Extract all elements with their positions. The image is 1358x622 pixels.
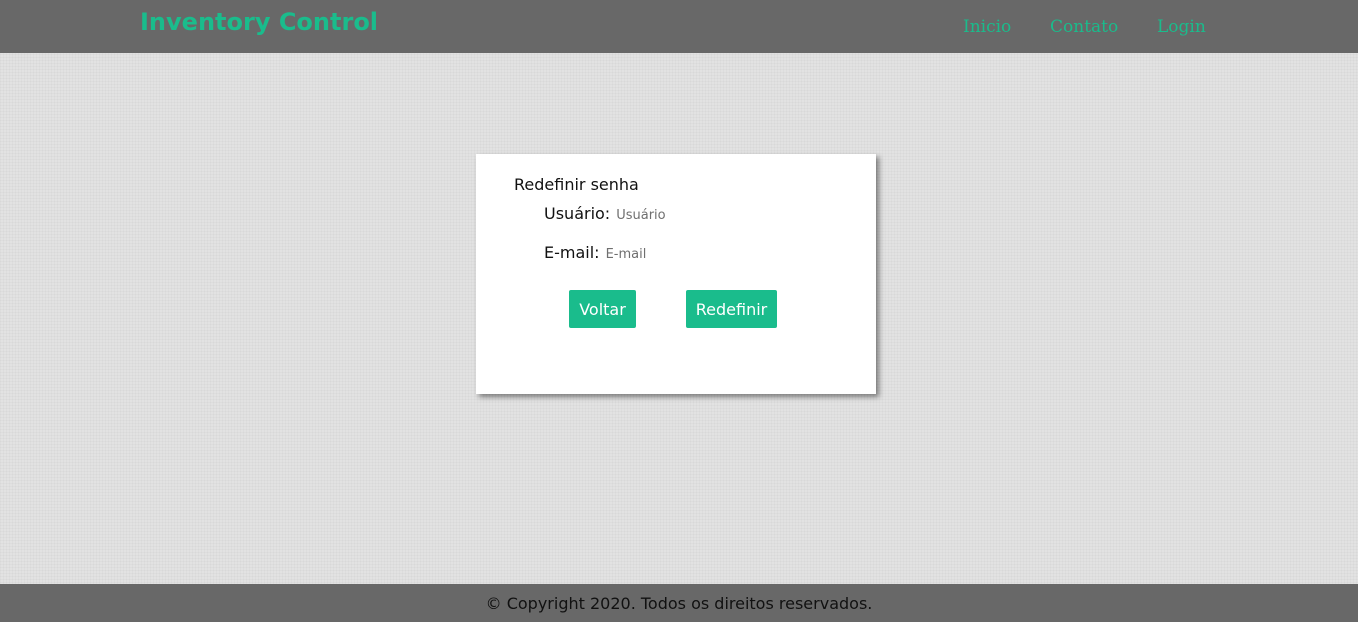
nav-link-contato[interactable]: Contato bbox=[1050, 17, 1118, 37]
email-row: E-mail: bbox=[544, 243, 726, 262]
nav-link-inicio[interactable]: Inicio bbox=[963, 17, 1011, 37]
form-title: Redefinir senha bbox=[514, 175, 639, 194]
nav-link-login[interactable]: Login bbox=[1157, 17, 1206, 37]
username-row: Usuário: bbox=[544, 204, 737, 223]
page-footer: © Copyright 2020. Todos os direitos rese… bbox=[0, 584, 1358, 622]
back-button[interactable]: Voltar bbox=[569, 290, 636, 328]
reset-password-card: Redefinir senha Usuário: E-mail: Voltar … bbox=[476, 154, 876, 394]
username-input[interactable] bbox=[616, 208, 737, 223]
email-input[interactable] bbox=[605, 247, 726, 262]
reset-button[interactable]: Redefinir bbox=[686, 290, 777, 328]
copyright-text: © Copyright 2020. Todos os direitos rese… bbox=[485, 594, 873, 613]
brand-logo-link[interactable]: Inventory Control bbox=[140, 8, 378, 36]
top-navbar: Inventory Control Inicio Contato Login bbox=[0, 0, 1358, 53]
username-label: Usuário: bbox=[544, 204, 611, 223]
email-label: E-mail: bbox=[544, 243, 600, 262]
